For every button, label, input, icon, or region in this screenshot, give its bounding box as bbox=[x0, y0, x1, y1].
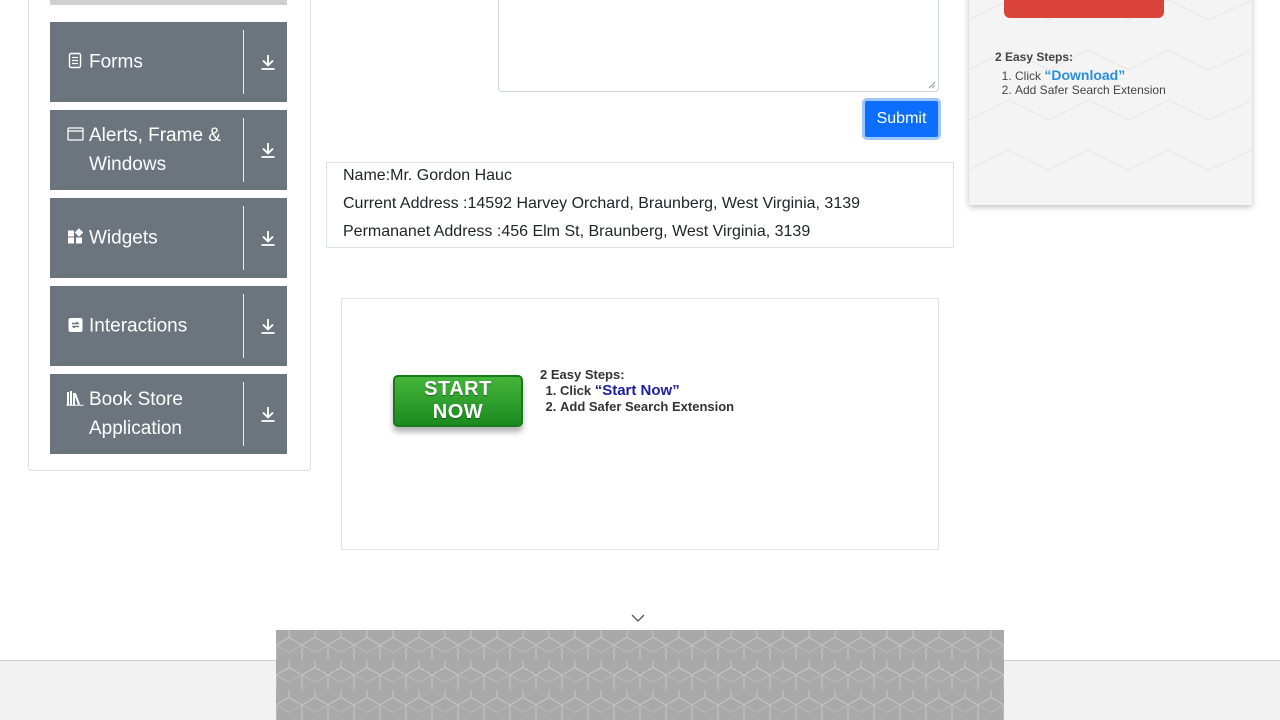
start-now-line1: START bbox=[424, 378, 492, 400]
sidebar-group-alerts[interactable]: Alerts, Frame & Windows bbox=[50, 110, 287, 190]
divider bbox=[243, 30, 244, 94]
download-button[interactable] bbox=[1004, 0, 1164, 18]
ad-steps-title: 2 Easy Steps: bbox=[540, 367, 625, 382]
right-ad-banner: 2 Easy Steps: Click “Download” Add Safer… bbox=[969, 0, 1252, 205]
widgets-icon bbox=[66, 228, 84, 246]
ad-step-1-highlight: “Start Now” bbox=[594, 382, 680, 399]
ad-step-1: Click “Start Now” bbox=[560, 382, 740, 399]
right-ad-steps-title: 2 Easy Steps: bbox=[995, 50, 1074, 64]
output-permanent-address: Permananet Address :456 Elm St, Braunber… bbox=[343, 223, 811, 240]
download-icon[interactable] bbox=[258, 52, 278, 72]
bottom-ad-pattern bbox=[276, 630, 1004, 720]
sidebar-group-label: Interactions bbox=[89, 315, 188, 337]
window-icon bbox=[66, 125, 84, 143]
divider bbox=[243, 118, 244, 182]
sidebar-group-label: Book Store Application bbox=[89, 389, 183, 439]
permanent-address-textarea[interactable] bbox=[498, 0, 939, 92]
right-ad-steps: 2 Easy Steps: Click “Download” Add Safer… bbox=[995, 50, 1166, 97]
chevron-down-icon[interactable] bbox=[630, 612, 646, 624]
download-icon[interactable] bbox=[258, 228, 278, 248]
sidebar-group-forms[interactable]: Forms bbox=[50, 22, 287, 102]
divider bbox=[243, 206, 244, 270]
ad-step-2: Add Safer Search Extension bbox=[560, 399, 740, 414]
ad-banner: START NOW 2 Easy Steps: Click “Start Now… bbox=[341, 298, 939, 550]
sidebar-group-interactions[interactable]: Interactions bbox=[50, 286, 287, 366]
ad-steps: 2 Easy Steps: Click “Start Now” Add Safe… bbox=[540, 367, 740, 414]
output-current-address: Current Address :14592 Harvey Orchard, B… bbox=[343, 195, 861, 212]
divider bbox=[243, 294, 244, 358]
resize-grip-icon[interactable] bbox=[928, 81, 936, 89]
sidebar-group-book-store[interactable]: Book Store Application bbox=[50, 374, 287, 454]
output-panel: Name:Mr. Gordon Hauc Current Address :14… bbox=[326, 162, 954, 248]
output-name: Name:Mr. Gordon Hauc bbox=[343, 167, 512, 184]
right-ad-step-1-prefix: Click bbox=[1015, 69, 1045, 83]
bottom-ad-banner bbox=[276, 630, 1004, 720]
sidebar-top-strip bbox=[50, 0, 287, 5]
start-now-line2: NOW bbox=[432, 401, 484, 423]
download-icon[interactable] bbox=[258, 404, 278, 424]
form-icon bbox=[66, 52, 84, 70]
ad-step-1-prefix: Click bbox=[560, 383, 595, 398]
download-icon[interactable] bbox=[258, 316, 278, 336]
submit-button[interactable]: Submit bbox=[862, 98, 941, 140]
download-icon[interactable] bbox=[258, 140, 278, 160]
sidebar-group-widgets[interactable]: Widgets bbox=[50, 198, 287, 278]
start-now-button[interactable]: START NOW bbox=[393, 375, 523, 427]
sidebar-group-label: Alerts, Frame & Windows bbox=[89, 125, 221, 175]
interactions-icon bbox=[66, 316, 84, 334]
book-icon bbox=[66, 389, 84, 407]
page: Forms Alerts, Frame & Windows Widgets In… bbox=[0, 0, 1280, 720]
background-pattern bbox=[969, 0, 1252, 171]
sidebar-group-label: Widgets bbox=[89, 227, 158, 249]
right-ad-step-2: Add Safer Search Extension bbox=[1015, 83, 1166, 97]
right-ad-step-1-highlight: “Download” bbox=[1044, 67, 1126, 83]
right-ad-step-1: Click “Download” bbox=[1015, 67, 1166, 83]
divider bbox=[243, 382, 244, 446]
sidebar-group-label: Forms bbox=[89, 51, 143, 73]
